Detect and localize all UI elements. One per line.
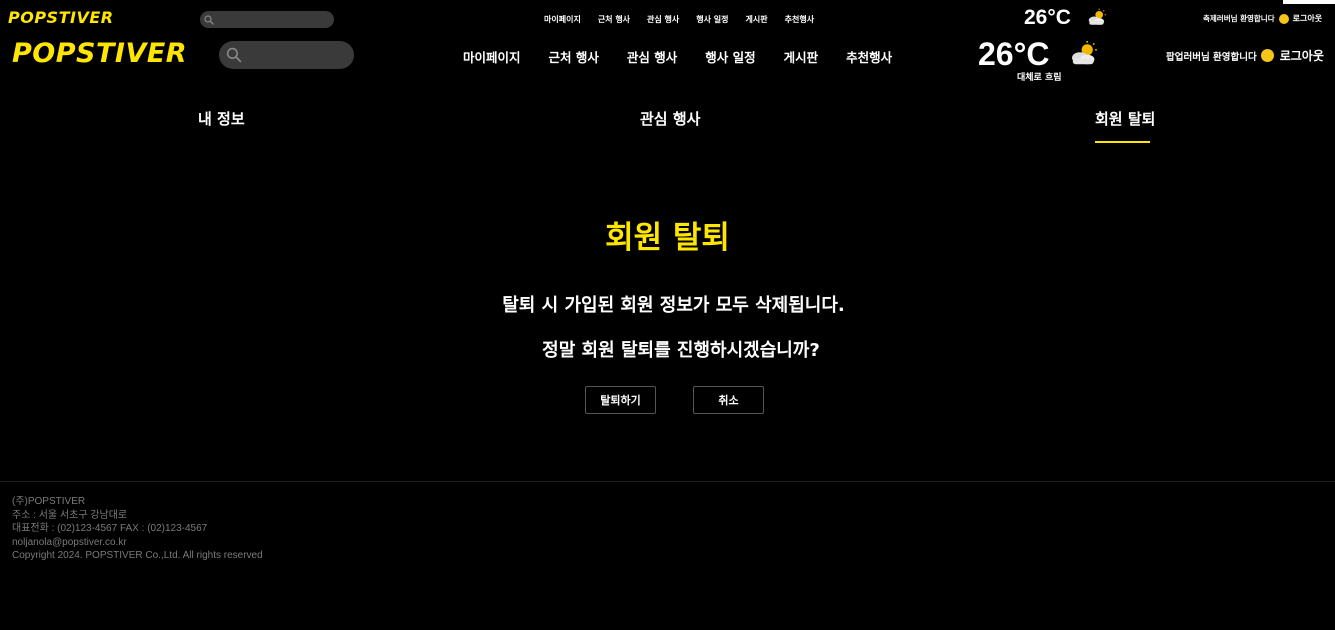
withdraw-button[interactable]: 탈퇴하기 xyxy=(585,386,656,414)
search-icon xyxy=(204,14,214,25)
weather-temperature: 26°C xyxy=(1024,6,1071,29)
tab-withdraw[interactable]: 회원 탈퇴 xyxy=(1095,108,1155,129)
partly-cloudy-icon xyxy=(1072,41,1097,65)
page-title: 회원 탈퇴 xyxy=(605,220,730,256)
weather-temperature: 26°C xyxy=(978,36,1050,72)
footer-phone: 대표전화 : (02)123-4567 FAX : (02)123-4567 xyxy=(12,523,208,535)
greeting-text: 팝업러버님 환영합니다 xyxy=(1166,51,1257,63)
nav-board[interactable]: 게시판 xyxy=(746,14,768,25)
active-tab-indicator xyxy=(1095,141,1150,143)
logout-link[interactable]: 로그아웃 xyxy=(1293,13,1322,24)
footer-company: (주)POPSTIVER xyxy=(12,496,86,507)
weather-description: 대체로 흐림 xyxy=(1017,73,1062,83)
smile-icon xyxy=(1278,13,1289,24)
nav-event-schedule[interactable]: 행사 일정 xyxy=(696,14,728,25)
nav-recommended[interactable]: 추천행사 xyxy=(846,47,892,66)
top-edge-fragment xyxy=(1283,0,1335,4)
partly-cloudy-icon xyxy=(1088,8,1106,25)
nav-interest-events[interactable]: 관심 행사 xyxy=(647,14,679,25)
greeting-text: 축제러버님 환영합니다 xyxy=(1203,14,1275,23)
logo[interactable]: POPSTIVER xyxy=(12,38,187,69)
nav-interest-events[interactable]: 관심 행사 xyxy=(627,47,677,66)
logo[interactable]: POPSTIVER xyxy=(8,8,114,27)
search-icon xyxy=(226,47,242,63)
footer-copyright: Copyright 2024. POPSTIVER Co.,Ltd. All r… xyxy=(12,550,263,562)
footer-email: noljanola@popstiver.co.kr xyxy=(12,536,127,548)
withdraw-confirm-question: 정말 회원 탈퇴를 진행하시겠습니까? xyxy=(542,340,820,361)
withdraw-warning: 탈퇴 시 가입된 회원 정보가 모두 삭제됩니다. xyxy=(502,295,845,316)
user-greeting: 축제러버님 환영합니다 로그아웃 xyxy=(1203,13,1322,24)
nav-event-schedule[interactable]: 행사 일정 xyxy=(705,47,755,66)
search-bar[interactable] xyxy=(219,41,354,69)
nav-nearby-events[interactable]: 근처 행사 xyxy=(598,14,630,25)
tab-interest-events[interactable]: 관심 행사 xyxy=(640,108,700,129)
user-greeting: 팝업러버님 환영합니다 로그아웃 xyxy=(1166,47,1324,64)
logout-link[interactable]: 로그아웃 xyxy=(1280,47,1324,64)
search-input[interactable] xyxy=(214,14,334,25)
main-nav: 마이페이지 근처 행사 관심 행사 행사 일정 게시판 추천행사 xyxy=(463,47,920,66)
search-input[interactable] xyxy=(242,48,354,62)
nav-board[interactable]: 게시판 xyxy=(784,47,819,66)
tab-my-info[interactable]: 내 정보 xyxy=(198,108,245,129)
smile-icon xyxy=(1260,49,1274,62)
footer-divider xyxy=(0,481,1335,482)
nav-recommended[interactable]: 추천행사 xyxy=(785,14,814,25)
footer: (주)POPSTIVER 주소 : 서울 서초구 강남대로 대표전화 : (02… xyxy=(12,495,263,563)
cancel-button[interactable]: 취소 xyxy=(693,386,764,414)
search-bar[interactable] xyxy=(200,11,334,28)
nav-mypage[interactable]: 마이페이지 xyxy=(544,14,581,25)
nav-mypage[interactable]: 마이페이지 xyxy=(463,47,521,66)
main-nav: 마이페이지 근처 행사 관심 행사 행사 일정 게시판 추천행사 xyxy=(544,14,831,25)
nav-nearby-events[interactable]: 근처 행사 xyxy=(549,47,599,66)
footer-address: 주소 : 서울 서초구 강남대로 xyxy=(12,509,128,521)
